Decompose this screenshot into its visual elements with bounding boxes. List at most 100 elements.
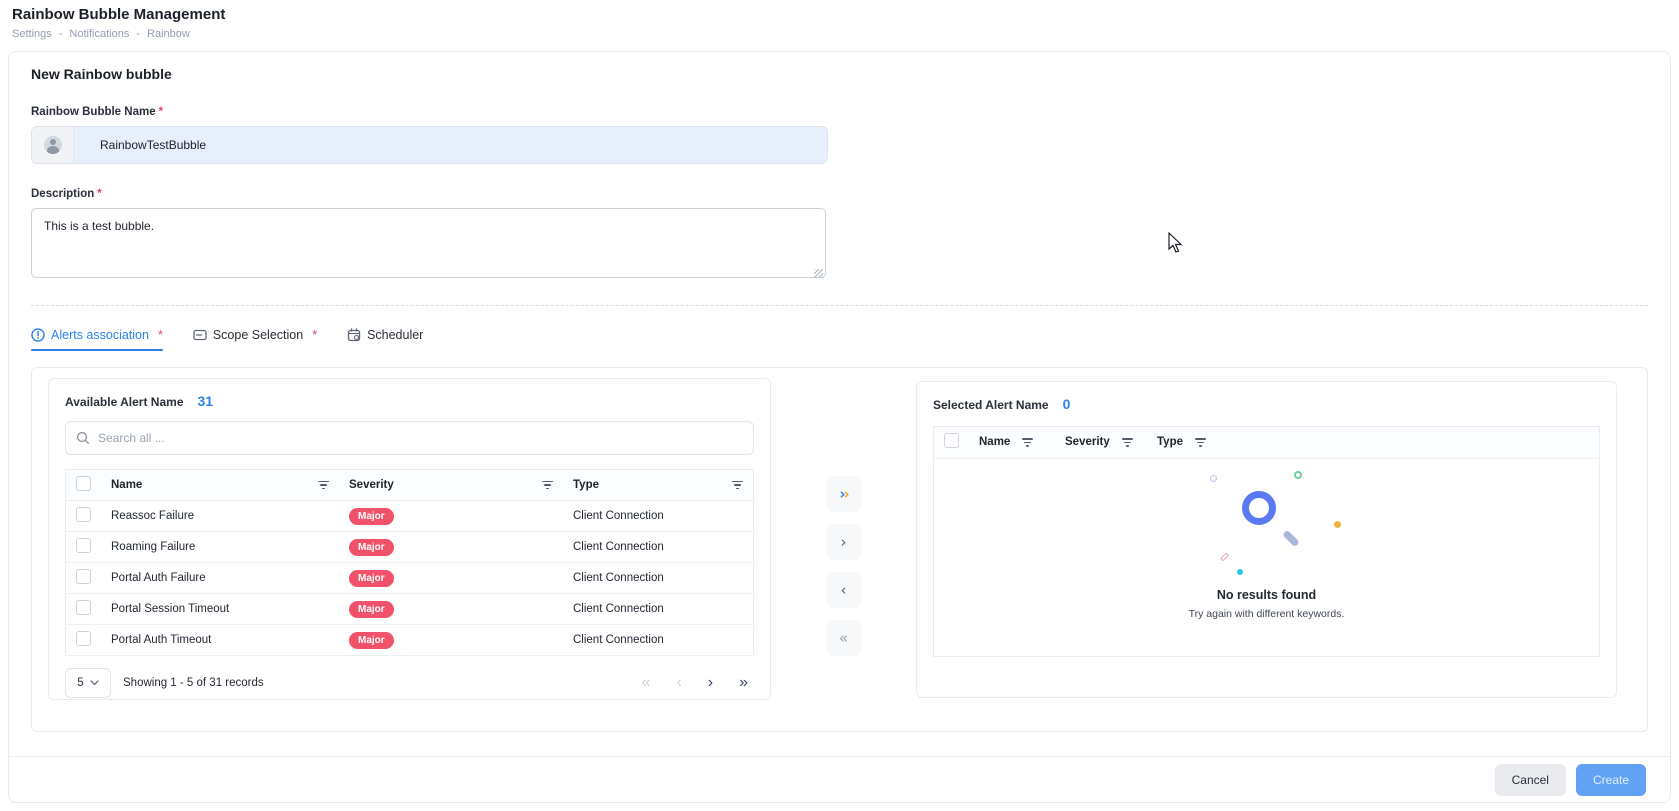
bubble-name-input-group bbox=[31, 126, 828, 164]
column-header-severity: Severity bbox=[1065, 436, 1110, 448]
alerts-association-panel: Available Alert Name 31 Name bbox=[31, 367, 1648, 732]
empty-state-title: No results found bbox=[1217, 588, 1316, 602]
tab-alerts-association[interactable]: Alerts association * bbox=[31, 328, 163, 351]
next-page-button[interactable]: › bbox=[708, 675, 713, 691]
person-icon bbox=[44, 136, 62, 154]
breadcrumb-separator: - bbox=[59, 28, 63, 40]
decoration-dot bbox=[1237, 569, 1243, 575]
page-size-select[interactable]: 5 bbox=[65, 668, 111, 698]
table-header-row: Name Severity Type bbox=[66, 470, 754, 501]
available-alerts-panel: Available Alert Name 31 Name bbox=[48, 378, 771, 700]
required-asterisk: * bbox=[97, 188, 101, 200]
row-checkbox[interactable] bbox=[76, 507, 91, 522]
form-footer: Cancel Create bbox=[9, 756, 1670, 802]
search-input[interactable] bbox=[98, 431, 743, 445]
move-all-right-button[interactable]: ›› bbox=[826, 476, 862, 512]
breadcrumb-item-settings[interactable]: Settings bbox=[12, 28, 52, 40]
new-bubble-card: New Rainbow bubble Rainbow Bubble Name* … bbox=[8, 51, 1671, 803]
table-row[interactable]: Roaming Failure Major Client Connection bbox=[66, 532, 754, 563]
cancel-button[interactable]: Cancel bbox=[1495, 764, 1566, 796]
filter-icon[interactable] bbox=[1022, 438, 1033, 447]
filter-icon[interactable] bbox=[1195, 438, 1206, 447]
required-asterisk: * bbox=[312, 328, 317, 342]
tab-bar: Alerts association * Scope Selection * bbox=[31, 328, 1648, 351]
create-button[interactable]: Create bbox=[1576, 764, 1646, 796]
empty-state-subtitle: Try again with different keywords. bbox=[1189, 608, 1345, 620]
column-header-name: Name bbox=[979, 436, 1010, 448]
calendar-icon bbox=[347, 328, 361, 342]
row-checkbox[interactable] bbox=[76, 631, 91, 646]
alert-circle-icon bbox=[31, 328, 45, 342]
description-label: Description* bbox=[31, 188, 1648, 200]
severity-badge: Major bbox=[349, 570, 394, 587]
breadcrumb-item-rainbow[interactable]: Rainbow bbox=[147, 28, 190, 40]
transfer-buttons: ›› › ‹ « bbox=[771, 378, 916, 699]
last-page-button[interactable]: » bbox=[739, 675, 748, 691]
magnifier-handle bbox=[1282, 530, 1300, 548]
alert-type: Client Connection bbox=[573, 510, 664, 522]
column-header-type: Type bbox=[573, 479, 599, 491]
available-count: 31 bbox=[198, 393, 214, 409]
alert-name: Reassoc Failure bbox=[111, 510, 194, 522]
row-checkbox[interactable] bbox=[76, 569, 91, 584]
available-panel-title: Available Alert Name 31 bbox=[65, 393, 754, 409]
breadcrumb-item-notifications[interactable]: Notifications bbox=[69, 28, 129, 40]
severity-badge: Major bbox=[349, 539, 394, 556]
select-all-checkbox[interactable] bbox=[76, 476, 91, 491]
search-icon bbox=[76, 431, 90, 445]
empty-state: No results found Try again with differen… bbox=[934, 469, 1599, 620]
magnifier-icon bbox=[1242, 491, 1276, 525]
filter-icon[interactable] bbox=[732, 481, 743, 490]
available-table-body: Reassoc Failure Major Client Connection … bbox=[66, 501, 754, 656]
decoration-dot bbox=[1334, 521, 1341, 528]
breadcrumb: Settings - Notifications - Rainbow bbox=[12, 28, 1667, 40]
dashed-divider bbox=[31, 305, 1648, 306]
alert-name: Roaming Failure bbox=[111, 541, 195, 553]
table-row[interactable]: Reassoc Failure Major Client Connection bbox=[66, 501, 754, 532]
move-left-button[interactable]: ‹ bbox=[826, 572, 862, 608]
severity-badge: Major bbox=[349, 508, 394, 525]
no-results-illustration bbox=[1182, 469, 1352, 574]
tab-scheduler[interactable]: Scheduler bbox=[347, 328, 423, 351]
decoration-dot bbox=[1210, 475, 1217, 482]
alert-type: Client Connection bbox=[573, 541, 664, 553]
tab-scope-selection[interactable]: Scope Selection * bbox=[193, 328, 317, 351]
bubble-name-input[interactable] bbox=[74, 127, 827, 163]
move-right-button[interactable]: › bbox=[826, 524, 862, 560]
search-box bbox=[65, 421, 754, 455]
breadcrumb-separator: - bbox=[136, 28, 140, 40]
first-page-button[interactable]: « bbox=[642, 675, 651, 691]
pagination: 5 Showing 1 - 5 of 31 records « ‹ › » bbox=[65, 668, 754, 698]
card-heading: New Rainbow bubble bbox=[31, 66, 1648, 82]
decoration-dot bbox=[1219, 552, 1228, 561]
bubble-name-label: Rainbow Bubble Name* bbox=[31, 106, 1648, 118]
column-header-type: Type bbox=[1157, 436, 1183, 448]
table-row[interactable]: Portal Auth Timeout Major Client Connect… bbox=[66, 625, 754, 656]
selected-panel-title: Selected Alert Name 0 bbox=[933, 396, 1600, 412]
available-alerts-table: Name Severity Type Re bbox=[65, 469, 754, 656]
table-row[interactable]: Portal Auth Failure Major Client Connect… bbox=[66, 563, 754, 594]
form-icon bbox=[193, 328, 207, 342]
filter-icon[interactable] bbox=[318, 481, 329, 490]
table-row[interactable]: Portal Session Timeout Major Client Conn… bbox=[66, 594, 754, 625]
row-checkbox[interactable] bbox=[76, 600, 91, 615]
description-textarea[interactable]: This is a test bubble. bbox=[31, 208, 826, 278]
filter-icon[interactable] bbox=[542, 481, 553, 490]
alert-name: Portal Auth Timeout bbox=[111, 634, 211, 646]
move-all-left-button[interactable]: « bbox=[826, 620, 862, 656]
alert-type: Client Connection bbox=[573, 634, 664, 646]
table-header-row: Name Severity Type bbox=[934, 427, 1599, 458]
severity-badge: Major bbox=[349, 601, 394, 618]
selected-alerts-panel: Selected Alert Name 0 Name Severity bbox=[916, 381, 1617, 698]
decoration-dot bbox=[1294, 471, 1302, 479]
prev-page-button[interactable]: ‹ bbox=[676, 675, 681, 691]
column-header-severity: Severity bbox=[349, 479, 394, 491]
required-asterisk: * bbox=[159, 106, 163, 118]
column-header-name: Name bbox=[111, 479, 142, 491]
filter-icon[interactable] bbox=[1122, 438, 1133, 447]
chevron-down-icon bbox=[90, 680, 99, 686]
alert-name: Portal Auth Failure bbox=[111, 572, 206, 584]
select-all-checkbox[interactable] bbox=[944, 433, 959, 448]
row-checkbox[interactable] bbox=[76, 538, 91, 553]
alert-name: Portal Session Timeout bbox=[111, 603, 229, 615]
